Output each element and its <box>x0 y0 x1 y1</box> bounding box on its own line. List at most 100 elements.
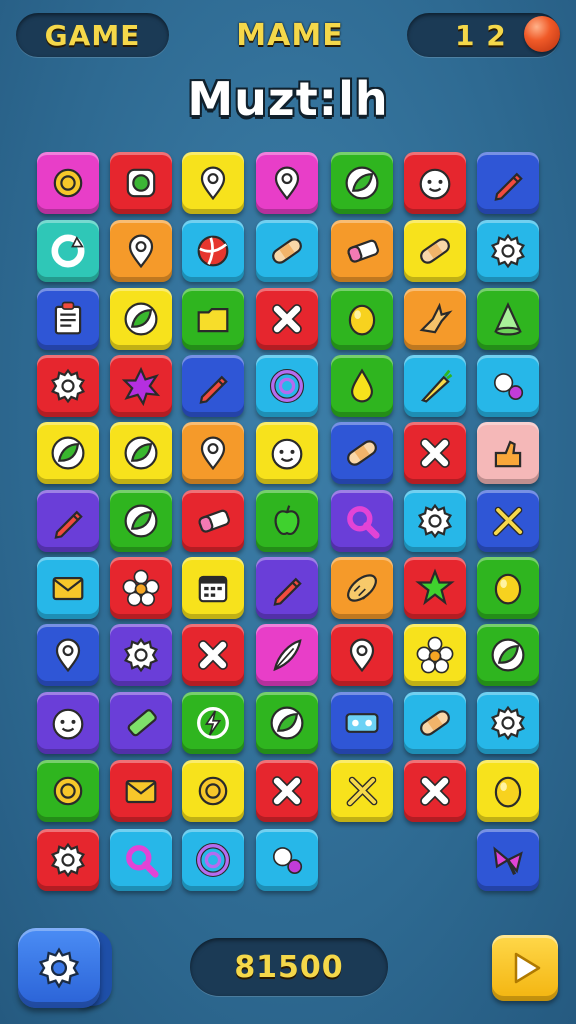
ring-icon <box>53 776 83 806</box>
grid-tile[interactable] <box>256 422 318 484</box>
map-pin-icon <box>349 638 375 673</box>
grid-tile[interactable] <box>477 288 539 350</box>
grid-tile[interactable] <box>182 422 244 484</box>
grid-tile[interactable] <box>404 692 466 754</box>
grid-tile[interactable] <box>331 355 393 417</box>
eraser-icon <box>347 239 379 263</box>
hand-icon <box>494 440 522 468</box>
grid-tile[interactable] <box>256 624 318 686</box>
mode-label-pill[interactable]: GAME <box>16 13 169 57</box>
grid-tile[interactable] <box>110 624 172 686</box>
grid-tile[interactable] <box>477 624 539 686</box>
map-pin-icon <box>200 436 226 471</box>
grid-tile[interactable] <box>477 355 539 417</box>
grid-tile[interactable] <box>110 220 172 282</box>
grid-tile[interactable] <box>37 152 99 214</box>
spiral-icon <box>269 368 305 404</box>
grid-tile[interactable] <box>404 220 466 282</box>
grid-tile[interactable] <box>256 355 318 417</box>
drop-icon <box>350 368 374 403</box>
grid-tile[interactable] <box>404 557 466 619</box>
grid-tile[interactable] <box>37 624 99 686</box>
face-icon <box>52 708 84 740</box>
grid-tile[interactable] <box>256 557 318 619</box>
grid-tile[interactable] <box>404 760 466 822</box>
grid-tile[interactable] <box>37 422 99 484</box>
grid-tile[interactable] <box>182 355 244 417</box>
grid-tile[interactable] <box>182 557 244 619</box>
grid-tile[interactable] <box>477 490 539 552</box>
grid-tile[interactable] <box>110 557 172 619</box>
grid-tile[interactable] <box>404 288 466 350</box>
grid-tile[interactable] <box>477 557 539 619</box>
grid-tile[interactable] <box>110 692 172 754</box>
grid-tile[interactable] <box>37 557 99 619</box>
settings-button[interactable] <box>18 928 100 1008</box>
grid-tile[interactable] <box>182 220 244 282</box>
grid-tile[interactable] <box>37 692 99 754</box>
grid-tile[interactable] <box>110 422 172 484</box>
grid-tile[interactable] <box>256 220 318 282</box>
grid-tile[interactable] <box>256 692 318 754</box>
grid-tile[interactable] <box>182 624 244 686</box>
grid-tile[interactable] <box>331 557 393 619</box>
grid-tile[interactable] <box>110 288 172 350</box>
grid-tile[interactable] <box>331 490 393 552</box>
grid-tile[interactable] <box>477 692 539 754</box>
gear-icon <box>50 842 86 878</box>
grid-tile[interactable] <box>110 152 172 214</box>
grid-tile[interactable] <box>110 760 172 822</box>
grid-tile[interactable] <box>182 760 244 822</box>
ball-icon <box>524 16 560 52</box>
grid-tile[interactable] <box>404 624 466 686</box>
grid-tile[interactable] <box>182 692 244 754</box>
grid-tile[interactable] <box>256 288 318 350</box>
grid-tile[interactable] <box>331 624 393 686</box>
grid-tile[interactable] <box>37 829 99 891</box>
close-icon <box>272 304 302 334</box>
grid-tile[interactable] <box>477 760 539 822</box>
grid-tile[interactable] <box>256 490 318 552</box>
map-pin-icon <box>128 234 154 269</box>
map-pin-icon <box>200 166 226 201</box>
gear-icon <box>417 503 453 539</box>
grid-tile[interactable] <box>404 355 466 417</box>
grid-tile[interactable] <box>404 422 466 484</box>
grid-tile[interactable] <box>110 490 172 552</box>
tools-icon <box>492 506 524 537</box>
grid-tile[interactable] <box>37 490 99 552</box>
grid-tile[interactable] <box>182 490 244 552</box>
grid-tile[interactable] <box>37 355 99 417</box>
grid-tile[interactable] <box>37 220 99 282</box>
grid-tile[interactable] <box>37 288 99 350</box>
grid-tile[interactable] <box>404 152 466 214</box>
gear-icon <box>490 233 526 269</box>
bolt-icon <box>197 707 229 739</box>
play-button[interactable] <box>492 935 558 1001</box>
grid-tile[interactable] <box>110 355 172 417</box>
grid-tile[interactable] <box>182 288 244 350</box>
leaf-icon <box>491 638 525 672</box>
gear-icon <box>490 705 526 741</box>
grid-tile[interactable] <box>256 152 318 214</box>
grid-tile[interactable] <box>182 152 244 214</box>
grid-tile[interactable] <box>256 829 318 891</box>
grid-tile[interactable] <box>331 288 393 350</box>
gear-icon <box>123 637 159 673</box>
grid-tile[interactable] <box>331 152 393 214</box>
grid-tile[interactable] <box>110 829 172 891</box>
grid-tile[interactable] <box>477 422 539 484</box>
grid-tile[interactable] <box>404 490 466 552</box>
grid-tile[interactable] <box>477 220 539 282</box>
grid-tile[interactable] <box>331 760 393 822</box>
grid-tile[interactable] <box>331 692 393 754</box>
carrot-icon <box>420 369 453 403</box>
grid-tile[interactable] <box>331 422 393 484</box>
grid-tile[interactable] <box>477 829 539 891</box>
grid-tile[interactable] <box>331 220 393 282</box>
grid-tile[interactable] <box>256 760 318 822</box>
egg-icon <box>348 304 376 336</box>
grid-tile[interactable] <box>37 760 99 822</box>
grid-tile[interactable] <box>477 152 539 214</box>
grid-tile[interactable] <box>182 829 244 891</box>
